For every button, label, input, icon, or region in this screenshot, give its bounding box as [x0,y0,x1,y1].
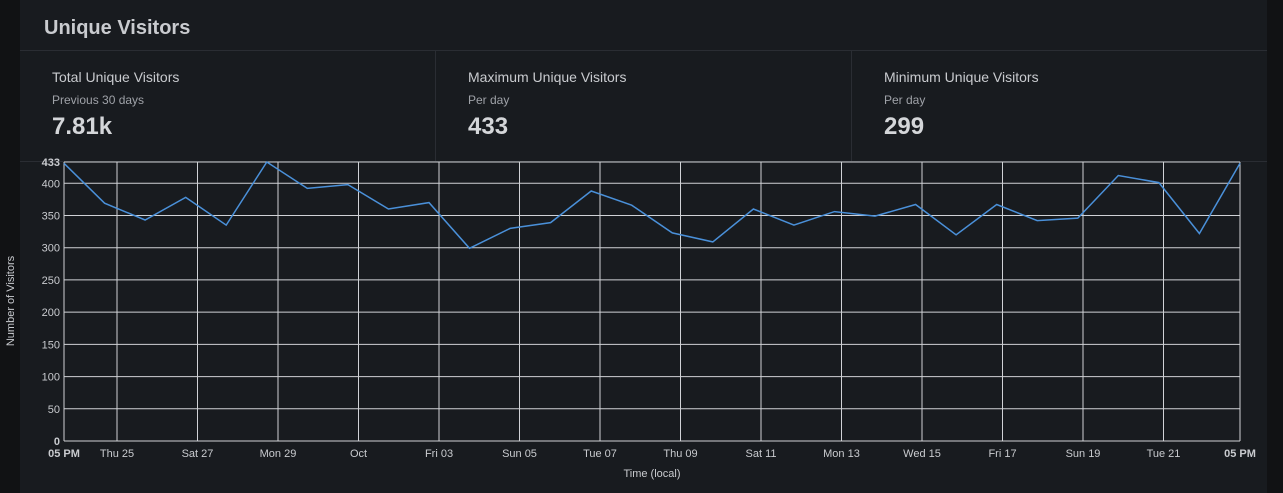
x-axis-ticks: 05 PM Thu 25 Sat 27 Mon 29 Oct Fri 03 Sun 05 Tu… [48,448,1256,460]
y-tick-label: 433 [42,157,60,169]
x-tick-label: Sun 19 [1066,448,1101,460]
x-tick-label: Fri 17 [988,448,1016,460]
x-tick-label: Fri 03 [425,448,453,460]
y-tick-label: 50 [48,404,60,416]
x-tick-label: 05 PM [1224,448,1256,460]
y-tick-label: 350 [42,210,60,222]
x-tick-label: Thu 25 [100,448,134,460]
x-tick-label: Wed 15 [903,448,941,460]
x-tick-label: 05 PM [48,448,80,460]
y-tick-label: 100 [42,372,60,384]
y-tick-label: 0 [54,436,60,448]
x-tick-label: Thu 09 [663,448,697,460]
y-axis-label: Number of Visitors [5,255,17,346]
x-tick-label: Oct [350,448,367,460]
x-tick-label: Tue 07 [583,448,617,460]
x-tick-label: Sat 11 [746,448,777,460]
x-tick-label: Mon 29 [260,448,297,460]
visitors-line-chart: 0 50 100 150 200 250 300 350 400 433 05 PM Thu 25 S… [5,157,1256,480]
y-tick-label: 200 [42,307,60,319]
x-tick-label: Mon 13 [823,448,860,460]
y-tick-label: 250 [42,275,60,287]
x-axis-label: Time (local) [623,468,680,480]
y-tick-label: 400 [42,178,60,190]
x-tick-label: Tue 21 [1147,448,1181,460]
chart-series [63,160,1241,250]
x-tick-label: Sun 05 [502,448,537,460]
y-axis-ticks: 0 50 100 150 200 250 300 350 400 433 [42,157,60,448]
y-tick-label: 300 [42,243,60,255]
x-tick-label: Sat 27 [182,448,214,460]
series-line [63,160,1241,250]
y-tick-label: 150 [42,339,60,351]
